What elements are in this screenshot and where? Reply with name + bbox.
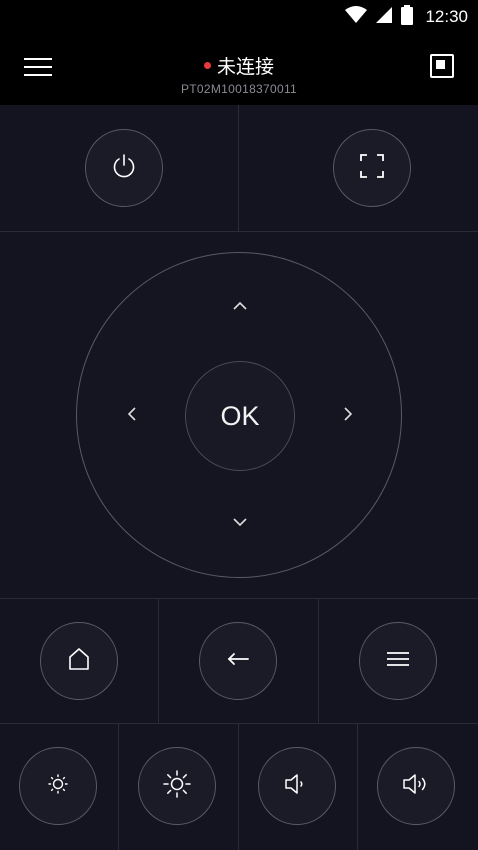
brightness-down-button[interactable] bbox=[19, 747, 97, 825]
back-arrow-icon bbox=[226, 651, 250, 672]
brightness-down-cell bbox=[0, 724, 119, 850]
volume-down-icon bbox=[284, 772, 310, 801]
connection-status: 未连接 PT02M10018370011 bbox=[0, 52, 478, 96]
status-bar: 12:30 bbox=[0, 0, 478, 34]
power-button[interactable] bbox=[85, 129, 163, 207]
back-cell bbox=[159, 599, 319, 724]
battery-icon bbox=[401, 4, 414, 30]
menu-icon bbox=[386, 650, 410, 673]
brightness-down-icon bbox=[47, 773, 69, 800]
volume-up-button[interactable] bbox=[377, 747, 455, 825]
fullscreen-button[interactable] bbox=[333, 129, 411, 207]
volume-down-cell bbox=[239, 724, 358, 850]
power-icon bbox=[110, 152, 138, 185]
chevron-down-icon bbox=[232, 514, 248, 532]
brightness-up-icon bbox=[163, 769, 191, 803]
fullscreen-icon bbox=[359, 153, 385, 184]
dpad[interactable]: OK bbox=[76, 252, 402, 578]
brightness-up-button[interactable] bbox=[138, 747, 216, 825]
brightness-up-cell bbox=[119, 724, 239, 850]
signal-icon bbox=[375, 6, 393, 29]
dpad-right-button[interactable] bbox=[328, 396, 368, 436]
fullscreen-cell bbox=[239, 105, 478, 232]
top-bar: 未连接 PT02M10018370011 bbox=[0, 34, 478, 105]
disconnected-dot-icon bbox=[203, 62, 211, 69]
home-icon bbox=[66, 646, 92, 677]
dpad-down-button[interactable] bbox=[220, 503, 260, 543]
volume-down-button[interactable] bbox=[258, 747, 336, 825]
home-cell bbox=[0, 599, 159, 724]
volume-up-icon bbox=[402, 772, 430, 801]
dpad-left-button[interactable] bbox=[112, 396, 152, 436]
ok-button[interactable]: OK bbox=[185, 361, 295, 471]
chevron-left-icon bbox=[127, 406, 137, 427]
device-id: PT02M10018370011 bbox=[181, 82, 297, 96]
back-button[interactable] bbox=[199, 622, 277, 700]
dpad-up-button[interactable] bbox=[220, 287, 260, 327]
chevron-up-icon bbox=[232, 298, 248, 316]
chevron-right-icon bbox=[343, 406, 353, 427]
volume-up-cell bbox=[358, 724, 478, 850]
status-time: 12:30 bbox=[425, 7, 468, 26]
menu-cell bbox=[319, 599, 478, 724]
menu-button[interactable] bbox=[359, 622, 437, 700]
power-cell bbox=[0, 105, 239, 232]
screen-mirror-icon[interactable] bbox=[430, 54, 454, 78]
wifi-icon bbox=[345, 5, 368, 29]
page-title: 未连接 bbox=[216, 57, 274, 78]
home-button[interactable] bbox=[40, 622, 118, 700]
